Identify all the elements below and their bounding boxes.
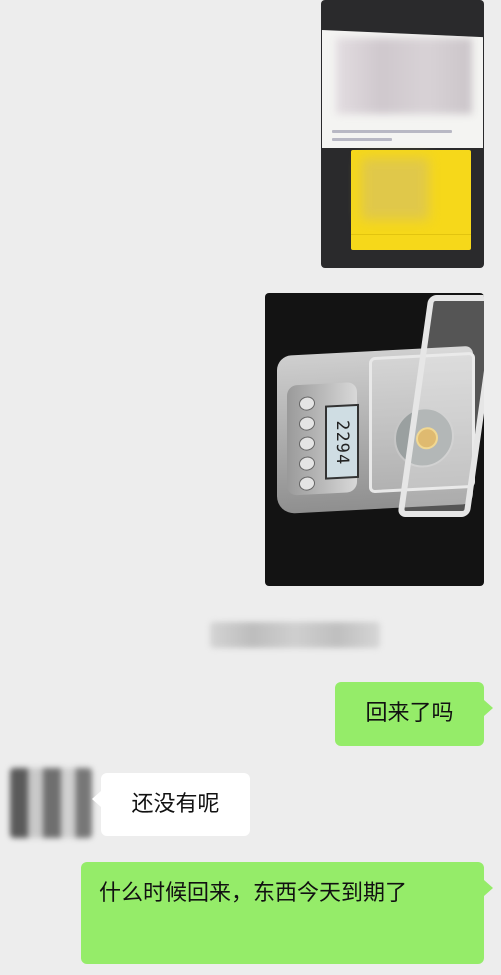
scale-button [299,456,315,471]
message-text: 什么时候回来，东西今天到期了 [99,881,408,906]
blurred-document-text [336,38,472,114]
message-text: 回来了吗 [365,701,454,726]
scale-display: 2294 [325,403,359,480]
message-bubble-outgoing[interactable]: 回来了吗 [335,682,493,746]
scale-button [299,436,315,451]
scale-button [299,476,315,491]
blurred-envelope-label [361,158,429,220]
timestamp-blurred [210,622,380,648]
message-bubble-incoming[interactable]: 还没有呢 [92,773,250,836]
scale-control-panel: 2294 [287,381,359,496]
scale-button [299,416,315,431]
document-paper [322,30,483,148]
yellow-envelope [351,150,471,250]
contact-avatar[interactable] [10,768,92,838]
sent-image-scale[interactable]: 2294 [265,293,484,586]
sent-image-document[interactable] [321,0,484,268]
message-bubble-outgoing[interactable]: 什么时候回来，东西今天到期了 [81,862,493,964]
scale-reading: 2294 [332,419,352,466]
message-text: 还没有呢 [131,791,220,817]
scale-button [299,396,315,411]
